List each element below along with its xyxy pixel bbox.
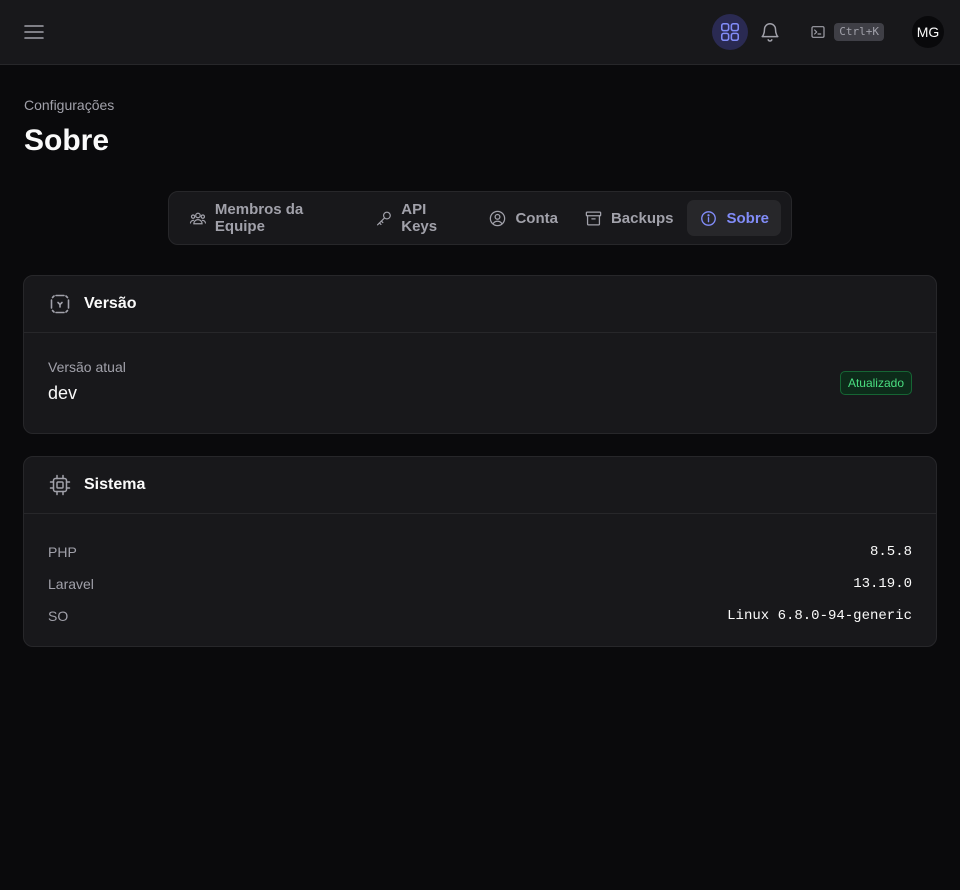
bell-icon <box>761 23 779 42</box>
system-key: SO <box>48 608 69 624</box>
system-value: 8.5.8 <box>869 544 912 560</box>
archive-icon <box>585 211 602 225</box>
current-version-label: Versão atual <box>48 359 126 375</box>
page-title: Sobre <box>24 124 110 157</box>
tab-account[interactable]: Conta <box>476 200 570 236</box>
tab-api-keys[interactable]: API Keys <box>363 200 474 236</box>
system-row-php: PHP 8.5.8 <box>48 536 912 568</box>
version-card-header: Versão <box>24 276 936 333</box>
command-palette-button[interactable]: Ctrl+K <box>810 23 884 41</box>
current-version-value: dev <box>48 383 78 403</box>
tab-label: Backups <box>610 209 674 227</box>
system-info-list: PHP 8.5.8 Laravel 13.19.0 SO Linux 6.8.0… <box>24 514 936 632</box>
tab-label: Membros da Equipe <box>214 201 304 235</box>
system-row-os: SO Linux 6.8.0-94-generic <box>48 600 912 632</box>
version-card-title: Versão <box>84 295 137 312</box>
grid-icon <box>721 22 740 42</box>
status-badge: Atualizado <box>839 371 912 395</box>
cpu-icon <box>49 474 71 496</box>
breadcrumb[interactable]: Configurações <box>24 97 114 113</box>
system-value: 13.19.0 <box>853 576 912 592</box>
version-icon <box>50 294 70 314</box>
system-card-header: Sistema <box>24 457 936 514</box>
menu-icon[interactable] <box>22 20 46 44</box>
key-icon <box>377 211 392 225</box>
tab-label: API Keys <box>401 201 438 235</box>
top-bar: Ctrl+K MG <box>0 0 960 65</box>
system-key: PHP <box>48 544 77 560</box>
system-key: Laravel <box>48 576 94 592</box>
system-card-title: Sistema <box>84 476 146 493</box>
system-row-laravel: Laravel 13.19.0 <box>48 568 912 600</box>
terminal-icon <box>811 26 825 38</box>
tab-team-members[interactable]: Membros da Equipe <box>177 200 361 236</box>
system-card: Sistema PHP 8.5.8 Laravel 13.19.0 SO Lin… <box>23 456 937 647</box>
system-value: Linux 6.8.0-94-generic <box>727 608 912 624</box>
tab-label: Conta <box>515 209 558 227</box>
apps-grid-button[interactable] <box>712 14 749 50</box>
avatar[interactable]: MG <box>912 16 944 48</box>
users-icon <box>189 212 207 224</box>
version-card: Versão Versão atual dev Atualizado <box>23 275 937 434</box>
tab-about[interactable]: Sobre <box>687 200 781 236</box>
tab-label: Sobre <box>726 209 769 227</box>
user-circle-icon <box>490 210 506 226</box>
info-icon <box>701 210 717 226</box>
notifications-button[interactable] <box>752 14 788 50</box>
shortcut-hint: Ctrl+K <box>834 23 884 41</box>
settings-tabs: Membros da Equipe API Keys Conta Backups… <box>168 191 792 245</box>
tab-backups[interactable]: Backups <box>572 200 686 236</box>
